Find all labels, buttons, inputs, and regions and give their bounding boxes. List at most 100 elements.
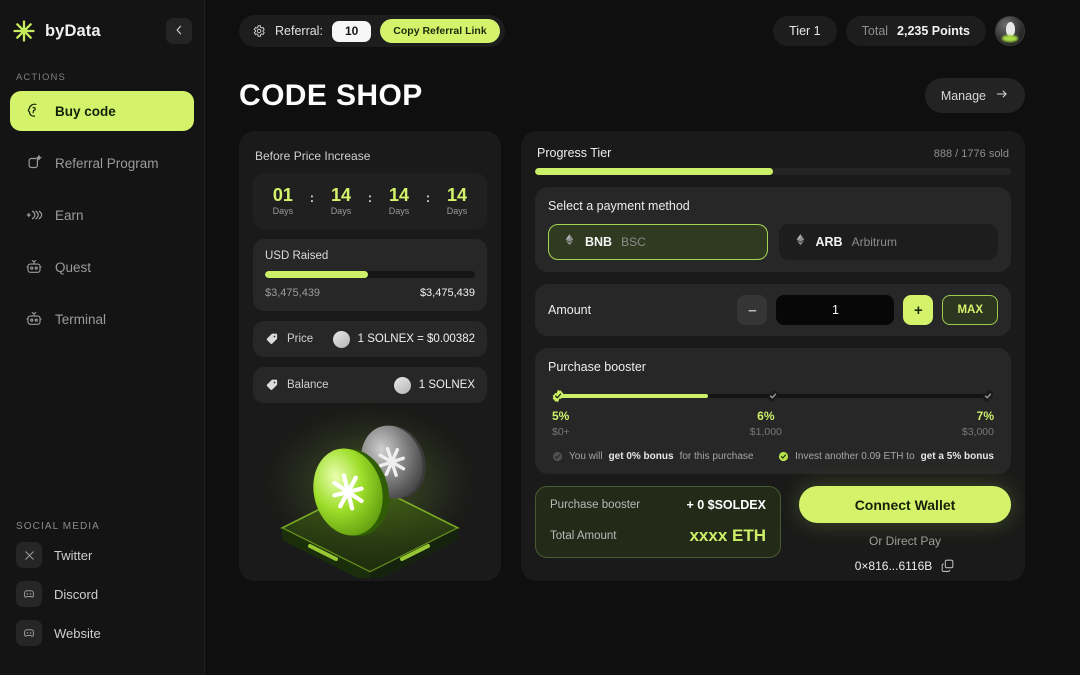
booster-tier: 7% $3,000 (962, 409, 994, 438)
usd-raised-label: USD Raised (265, 250, 329, 262)
brand-name: byData (45, 21, 101, 40)
checkout-row: Purchase booster + 0 $SOLDEX Total Amoun… (535, 486, 1011, 573)
booster-tier-amount: $3,000 (961, 426, 994, 438)
amount-max-button[interactable]: MAX (942, 295, 998, 325)
payment-method-panel: Select a payment method BNB BSC ARB Arbi… (535, 187, 1011, 272)
booster-knob-tier-3[interactable] (981, 389, 995, 403)
payment-method-options: BNB BSC ARB Arbitrum (548, 224, 998, 260)
referral-widget: Referral: 10 Copy Referral Link (239, 15, 505, 47)
social-link-website[interactable]: Website (10, 620, 194, 646)
eth-diamond-icon (794, 231, 807, 253)
booster-note-left-post: for this purchase (679, 451, 754, 462)
countdown-label: Days (330, 206, 352, 217)
booster-tier-labels: 5% $0+ 6% $1,000 7% $3,000 (552, 409, 994, 438)
chevron-left-icon (173, 24, 185, 39)
social-link-discord[interactable]: Discord (10, 581, 194, 607)
countdown-value: 14 (447, 184, 468, 205)
manage-button-label: Manage (940, 88, 986, 103)
points-value: 2,235 Points (897, 24, 970, 38)
summary-booster-value: + 0 $SOLDEX (686, 498, 766, 512)
brand: byData (12, 19, 101, 43)
booster-tier-amount: $0+ (552, 426, 570, 438)
tier-badge: Tier 1 (773, 16, 837, 46)
payment-option-arb[interactable]: ARB Arbitrum (778, 224, 998, 260)
info-check-icon (552, 451, 563, 462)
countdown-value: 01 (272, 184, 293, 205)
amount-decrement-button[interactable]: – (737, 295, 768, 325)
top-bar: Referral: 10 Copy Referral Link Tier 1 T… (239, 0, 1060, 62)
booster-tier-percent: 7% (976, 409, 994, 423)
points-label: Total (861, 24, 889, 38)
sidebar-item-buy-code[interactable]: Buy code (10, 91, 194, 131)
usd-raised-goal: $3,475,439 (419, 287, 475, 299)
sidebar-item-referral-program[interactable]: Referral Program (10, 143, 194, 183)
countdown-separator: : (309, 189, 315, 205)
referral-label: Referral: (275, 24, 323, 38)
social-link-label: Website (54, 625, 101, 641)
before-price-increase-label: Before Price Increase (255, 149, 371, 163)
price-value-group: 1 SOLNEX = $0.00382 (332, 330, 475, 348)
payment-option-network: Arbitrum (851, 235, 897, 249)
summary-booster-line: Purchase booster + 0 $SOLDEX (550, 498, 766, 512)
amount-panel: Amount – + MAX (535, 284, 1011, 336)
countdown-separator: : (425, 189, 431, 205)
booster-note-right-bold: get a 5% bonus (920, 451, 994, 462)
countdown-unit: 01 Days (266, 184, 300, 216)
booster-slider[interactable]: 5% $0+ 6% $1,000 7% $3,000 (548, 385, 998, 438)
copy-icon[interactable] (940, 558, 955, 573)
price-label: Price (287, 333, 314, 345)
arrow-right-icon (995, 87, 1009, 104)
copy-referral-link-button[interactable]: Copy Referral Link (380, 19, 500, 43)
countdown-label: Days (446, 206, 468, 217)
page-title: CODE SHOP (239, 78, 423, 112)
purchase-card: Progress Tier 888 / 1776 sold Select a p… (521, 131, 1025, 581)
wallet-column: Connect Wallet Or Direct Pay 0×816...611… (799, 486, 1011, 573)
terminal-robot-icon (24, 310, 43, 329)
countdown-separator: : (367, 189, 373, 205)
twitter-x-icon (16, 542, 42, 568)
sidebar-collapse-button[interactable] (166, 18, 192, 44)
direct-pay-address-row: 0×816...6116B (855, 558, 956, 573)
sidebar-item-label: Earn (55, 207, 84, 223)
social-link-twitter[interactable]: Twitter (10, 542, 194, 568)
sidebar-item-label: Quest (55, 259, 92, 275)
booster-slider-rail[interactable] (552, 389, 994, 403)
payment-option-symbol: ARB (815, 235, 843, 249)
booster-note-left-bold: get 0% bonus (608, 451, 674, 462)
social-link-label: Discord (54, 586, 99, 602)
website-icon (16, 620, 42, 646)
payment-option-bnb[interactable]: BNB BSC (548, 224, 768, 260)
countdown-value: 14 (330, 184, 351, 205)
payment-method-label: Select a payment method (548, 199, 690, 213)
price-value: 1 SOLNEX = $0.00382 (357, 333, 475, 345)
brain-icon (24, 102, 43, 121)
wallet-address: 0×816...6116B (854, 558, 933, 573)
sidebar-header: byData (10, 0, 194, 62)
manage-button[interactable]: Manage (924, 78, 1025, 113)
discord-icon (16, 581, 42, 607)
actions-section-label: ACTIONS (16, 72, 66, 83)
app-root: byData ACTIONS Buy code Referral Program… (0, 0, 1080, 675)
earn-waves-icon (24, 206, 43, 225)
booster-knob-tier-2[interactable] (766, 389, 780, 403)
sidebar-item-terminal[interactable]: Terminal (10, 299, 194, 339)
booster-note-current: You will get 0% bonus for this purchase (552, 451, 754, 462)
social-media-section: SOCIAL MEDIA Twitter Discord Website (10, 521, 194, 659)
booster-note-right-pre: Invest another 0.09 ETH to (795, 451, 915, 462)
connect-wallet-button[interactable]: Connect Wallet (799, 486, 1011, 523)
avatar[interactable] (995, 16, 1025, 46)
eth-diamond-icon (563, 231, 576, 253)
booster-knob-tier-1[interactable] (551, 389, 565, 403)
purchase-booster-panel: Purchase booster 5% $0+ 6% $1,000 7% $3,… (535, 348, 1011, 474)
countdown-label: Days (388, 206, 410, 217)
amount-input[interactable] (776, 295, 895, 325)
progress-tier-header: Progress Tier 888 / 1776 sold (535, 145, 1011, 168)
referral-sparkle-icon (24, 154, 43, 173)
sidebar-item-earn[interactable]: Earn (10, 195, 194, 235)
payment-option-symbol: BNB (585, 235, 613, 249)
progress-tier-label: Progress Tier (537, 146, 612, 160)
amount-increment-button[interactable]: + (903, 295, 934, 325)
countdown-timer: 01 Days : 14 Days : 14 Days : 14 Days (253, 173, 487, 229)
sidebar-item-quest[interactable]: Quest (10, 247, 194, 287)
gear-icon (252, 24, 266, 38)
